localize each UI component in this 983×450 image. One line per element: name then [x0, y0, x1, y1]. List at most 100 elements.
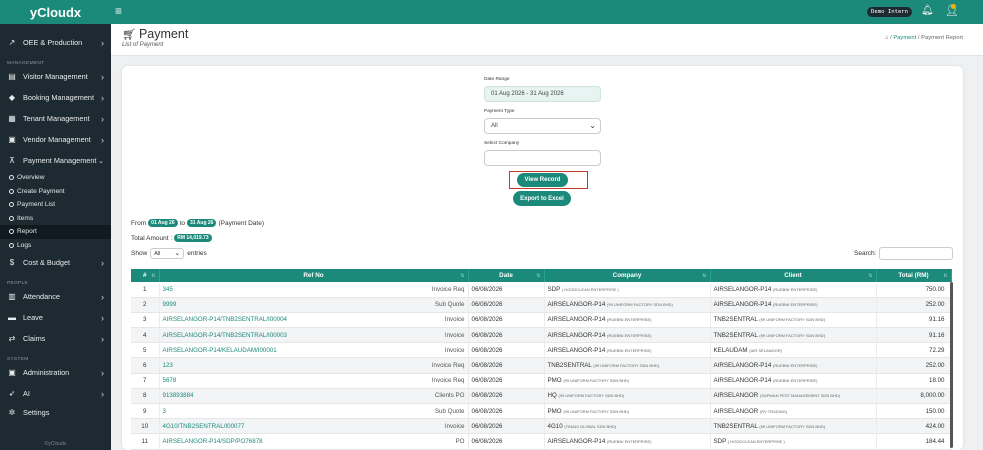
sidebar-item-label: Administration [23, 368, 70, 377]
status-dot [951, 4, 956, 9]
ref-link[interactable]: 123 [163, 362, 173, 369]
tag-icon: ◆ [8, 93, 16, 102]
ref-link[interactable]: AIRSELANGOR-P14/SDP/PO76878 [163, 438, 263, 445]
ref-link[interactable]: 4G10/TNB2SENTRAL/I00077 [163, 423, 245, 430]
hamburger-menu-icon[interactable]: ≡ [115, 4, 122, 18]
sidebar-item-ai[interactable]: ➶ AI › [0, 383, 111, 404]
sidebar-item-visitor[interactable]: ▤ Visitor Management › [0, 66, 111, 87]
row-number: 6 [131, 357, 160, 374]
sidebar-item-booking[interactable]: ◆ Booking Management › [0, 87, 111, 108]
sidebar-item-administration[interactable]: ▣ Administration › [0, 362, 111, 383]
column-header-total[interactable]: Total (RM) ⇅ [876, 269, 952, 282]
ref-link[interactable]: AIRSELANGOR-P14/KELAUDAM/I00001 [163, 347, 277, 354]
column-header-ref[interactable]: Ref No ⇅ [159, 269, 469, 282]
sidebar-item-label: Vendor Management [23, 135, 91, 144]
company-name: AIRSELANGOR-P14 [547, 331, 606, 339]
ref-type: Clients PO [434, 392, 465, 400]
chevron-right-icon: › [101, 388, 104, 399]
ref-type: Sub Quote [434, 407, 465, 415]
total-cell: 750.00 [876, 282, 952, 298]
sidebar-item-leave[interactable]: ▬ Leave › [0, 307, 111, 328]
home-icon[interactable]: ⌂ [885, 35, 889, 41]
company-detail: ( HOODCLEAN ENTERPRISE ) [561, 286, 619, 292]
ref-link[interactable]: 3 [163, 408, 166, 415]
gear-icon: ✲ [8, 407, 16, 417]
chevron-down-icon: ⌄ [98, 157, 104, 165]
sidebar-item-settings[interactable]: ✲ Settings [0, 404, 111, 420]
search-input[interactable] [879, 247, 954, 260]
company-name: 4G10 [547, 422, 563, 430]
chevron-right-icon: › [101, 333, 104, 344]
rocket-icon: ➶ [8, 389, 16, 398]
cart-icon: 🛒︎ [122, 28, 136, 41]
company-select[interactable] [484, 150, 601, 166]
chevron-right-icon: › [101, 113, 104, 124]
client-detail: (RUEBNI ENTERPRISE) [773, 378, 818, 384]
sidebar-item-vendor[interactable]: ▣ Vendor Management › [0, 129, 111, 150]
sidebar-item-attendance[interactable]: ▥ Attendance › [0, 286, 111, 307]
ref-link[interactable]: 5678 [163, 377, 177, 384]
section-people: PEOPLE [7, 281, 28, 286]
sidebar-item-oee[interactable]: ↗ OEE & Production › [0, 32, 111, 53]
column-header-client[interactable]: Client ⇅ [710, 269, 877, 282]
company-cell: AIRSELANGOR-P14 (RUEBNI ENTERPRISE) [544, 342, 711, 359]
ref-type: Invoice [444, 422, 465, 430]
entries-select[interactable]: All ⌄ [150, 248, 185, 259]
ref-link[interactable]: AIRSELANGOR-P14/TNB2SENTRAL/I00003 [163, 332, 288, 339]
date-cell: 06/08/2026 [468, 327, 545, 344]
sub-item-payment-list[interactable]: Payment List [0, 198, 111, 212]
sub-item-report[interactable]: Report [0, 225, 111, 239]
total-cell: 8,000.00 [876, 388, 952, 405]
client-detail: (RUEBNI ENTERPRISE) [773, 302, 818, 308]
row-number: 7 [131, 373, 160, 389]
row-number: 1 [131, 282, 160, 298]
view-record-button[interactable]: View Record [517, 173, 568, 187]
circle-icon [9, 242, 14, 248]
sidebar-item-label: AI [23, 389, 30, 398]
sidebar-item-claims[interactable]: ⇄ Claims › [0, 328, 111, 349]
date-range-input[interactable]: 01 Aug 2026 - 31 Aug 2026 [484, 86, 601, 102]
company-cell: AIRSELANGOR-P14 (RUEBNI ENTERPRISE) [544, 312, 711, 329]
total-cell: 184.44 [876, 433, 952, 450]
column-header-no[interactable]: # ⇅ [131, 269, 160, 282]
column-header-date[interactable]: Date ⇅ [468, 269, 545, 282]
total-cell: 91.16 [876, 312, 952, 329]
sidebar-item-payment[interactable]: ⊼ Payment Management ⌄ [0, 150, 111, 171]
sub-item-create-payment[interactable]: Create Payment [0, 185, 111, 199]
client-name: AIRSELANGOR [713, 407, 759, 415]
circle-icon [9, 175, 14, 181]
section-system: SYSTEM [7, 357, 29, 362]
sub-item-items[interactable]: Items [0, 212, 111, 226]
breadcrumb-payment-link[interactable]: Payment [893, 35, 916, 41]
ref-cell: AIRSELANGOR-P14/SDP/PO76878 PO [159, 433, 469, 450]
sidebar-item-label: Settings [23, 407, 50, 417]
client-cell: AIRSELANGOR-P14 (RUEBNI ENTERPRISE) [710, 282, 877, 298]
ref-link[interactable]: AIRSELANGOR-P14/TNB2SENTRAL/I00004 [163, 316, 288, 323]
sub-item-overview[interactable]: Overview [0, 171, 111, 185]
to-date-badge: 31 Aug 26 [187, 219, 217, 227]
ref-link[interactable]: 9999 [163, 301, 177, 308]
company-detail: (RUEBNI ENTERPRISE) [607, 317, 652, 323]
sidebar: yCloudx ↗ OEE & Production › MANAGEMENT ▤ V… [0, 0, 111, 450]
payment-type-label: Payment Type [484, 109, 515, 114]
total-cell: 424.00 [876, 418, 952, 435]
bell-icon[interactable]: 🔔︎ [921, 5, 934, 16]
client-name: AIRSELANGOR-P14 [713, 301, 772, 309]
client-name: AIRSELANGOR-P14 [713, 285, 772, 293]
sidebar-item-label: Visitor Management [23, 72, 88, 81]
sidebar-item-tenant[interactable]: ▦ Tenant Management › [0, 108, 111, 129]
ref-link[interactable]: 913893884 [163, 392, 194, 399]
payment-type-select[interactable]: All ⌄ [484, 118, 601, 134]
brand-logo[interactable]: yCloudx [0, 0, 111, 24]
search-label: Search: [854, 250, 877, 257]
sidebar-item-cost-budget[interactable]: $ Cost & Budget › [0, 252, 111, 273]
date-range-summary: From 01 Aug 26 to 31 Aug 26 (Payment Dat… [131, 219, 264, 227]
table-scrollbar[interactable] [950, 282, 953, 448]
column-header-company[interactable]: Company ⇅ [544, 269, 711, 282]
page-title: 🛒︎ Payment [122, 27, 188, 41]
sub-item-logs[interactable]: Logs [0, 239, 111, 253]
export-excel-button[interactable]: Export to Excel [513, 191, 571, 206]
sidebar-footer: ©yCloudx [44, 441, 67, 447]
ref-link[interactable]: 345 [163, 286, 173, 293]
table-row: 3 AIRSELANGOR-P14/TNB2SENTRAL/I00004 Invoi… [131, 312, 952, 329]
